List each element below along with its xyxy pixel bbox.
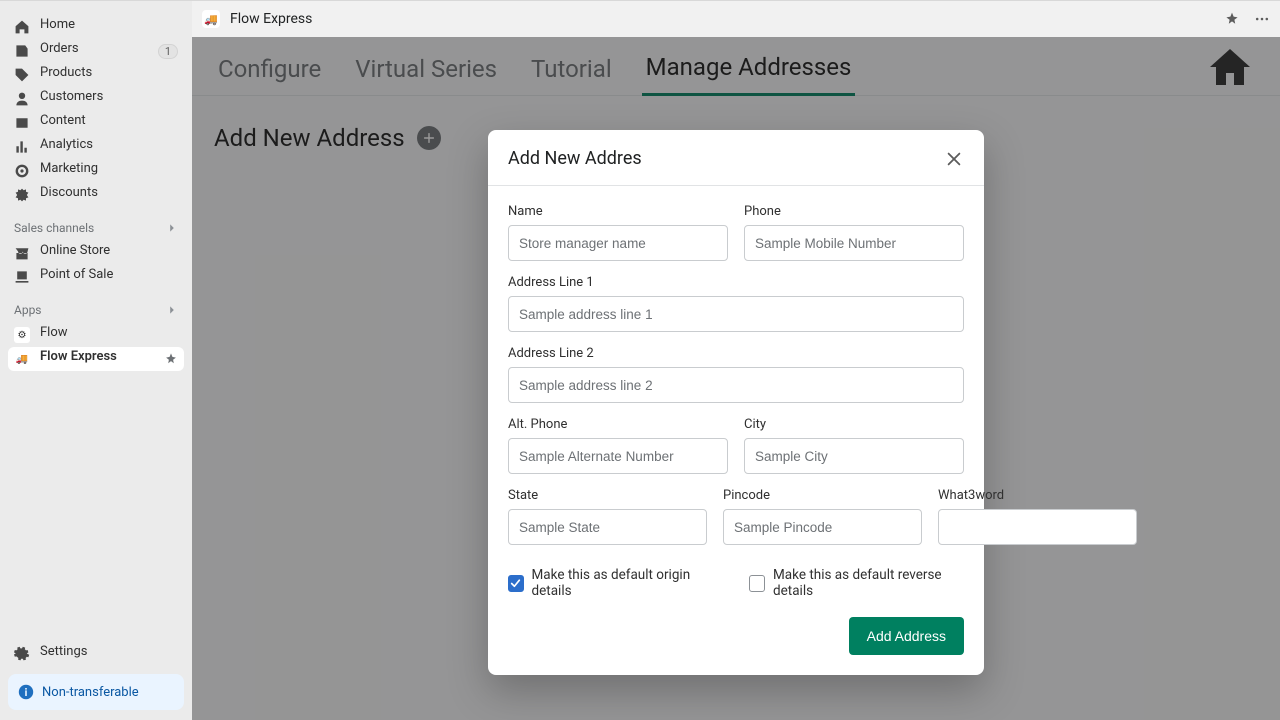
default-reverse-checkbox[interactable]: Make this as default reverse details <box>749 567 964 599</box>
altphone-label: Alt. Phone <box>508 417 728 432</box>
sidebar-item-online-store[interactable]: Online Store <box>8 241 184 265</box>
add-address-button[interactable]: Add Address <box>849 617 964 655</box>
sidebar-item-customers[interactable]: Customers <box>8 87 184 111</box>
sidebar-item-content[interactable]: Content <box>8 111 184 135</box>
addr1-label: Address Line 1 <box>508 275 964 290</box>
name-label: Name <box>508 204 728 219</box>
check-label: Make this as default reverse details <box>773 567 964 599</box>
sidebar-item-discounts[interactable]: Discounts <box>8 183 184 207</box>
state-input[interactable] <box>508 509 707 545</box>
w3w-input[interactable] <box>938 509 1137 545</box>
nav-label: Analytics <box>40 137 93 152</box>
nav-label: Flow <box>40 325 68 340</box>
sidebar-item-flow-express[interactable]: 🚚 Flow Express <box>8 347 184 371</box>
app-icon: ⚙︎ <box>14 327 30 343</box>
home-icon <box>14 19 30 35</box>
checkbox-icon <box>749 575 765 592</box>
nav-label: Online Store <box>40 243 110 258</box>
orders-badge: 1 <box>158 44 178 59</box>
nav-label: Settings <box>40 644 87 659</box>
add-address-modal: Add New Addres Name Phone Address Line 1… <box>488 130 984 675</box>
checkbox-icon <box>508 575 524 592</box>
non-transferable-banner[interactable]: Non-transferable <box>8 674 184 710</box>
addr2-input[interactable] <box>508 367 964 403</box>
nav-label: Products <box>40 65 92 80</box>
apps-header[interactable]: Apps <box>0 289 192 323</box>
addr1-input[interactable] <box>508 296 964 332</box>
nav-label: Marketing <box>40 161 98 176</box>
chevron-right-icon <box>166 222 178 234</box>
app-icon: 🚚 <box>14 351 30 367</box>
sidebar-item-home[interactable]: Home <box>8 15 184 39</box>
sidebar-item-marketing[interactable]: Marketing <box>8 159 184 183</box>
person-icon <box>14 91 30 107</box>
section-label: Sales channels <box>14 221 94 235</box>
check-label: Make this as default origin details <box>532 567 714 599</box>
target-icon <box>14 163 30 179</box>
nav-label: Point of Sale <box>40 267 113 282</box>
content-icon <box>14 115 30 131</box>
default-origin-checkbox[interactable]: Make this as default origin details <box>508 567 713 599</box>
store-icon <box>14 245 30 261</box>
analytics-icon <box>14 139 30 155</box>
app-badge-icon: 🚚 <box>202 10 220 28</box>
w3w-label: What3word <box>938 488 1137 503</box>
sidebar-item-settings[interactable]: Settings <box>8 642 184 666</box>
sidebar-item-orders[interactable]: Orders 1 <box>8 39 184 63</box>
nav-label: Discounts <box>40 185 98 200</box>
nav-label: Content <box>40 113 86 128</box>
modal-title: Add New Addres <box>508 148 642 169</box>
discount-icon <box>14 187 30 203</box>
sidebar: Home Orders 1 Products Customers Content… <box>0 1 192 720</box>
nav-label: Home <box>40 17 75 32</box>
sidebar-item-analytics[interactable]: Analytics <box>8 135 184 159</box>
sidebar-item-flow[interactable]: ⚙︎ Flow <box>8 323 184 347</box>
name-input[interactable] <box>508 225 728 261</box>
nav-label: Flow Express <box>40 349 117 364</box>
section-label: Apps <box>14 303 42 317</box>
phone-input[interactable] <box>744 225 964 261</box>
altphone-input[interactable] <box>508 438 728 474</box>
info-icon <box>18 684 34 700</box>
topbar: 🚚 Flow Express <box>192 1 1280 37</box>
banner-label: Non-transferable <box>42 685 139 700</box>
pos-icon <box>14 269 30 285</box>
sales-channels-header[interactable]: Sales channels <box>0 207 192 241</box>
pin-icon[interactable] <box>164 352 178 366</box>
orders-icon <box>14 43 30 59</box>
nav-label: Customers <box>40 89 103 104</box>
more-button[interactable] <box>1254 11 1270 27</box>
sidebar-item-products[interactable]: Products <box>8 63 184 87</box>
app-title: Flow Express <box>230 11 312 27</box>
nav-label: Orders <box>40 41 79 56</box>
chevron-right-icon <box>166 304 178 316</box>
sidebar-item-pos[interactable]: Point of Sale <box>8 265 184 289</box>
pincode-input[interactable] <box>723 509 922 545</box>
city-input[interactable] <box>744 438 964 474</box>
addr2-label: Address Line 2 <box>508 346 964 361</box>
close-button[interactable] <box>944 149 964 169</box>
tag-icon <box>14 67 30 83</box>
phone-label: Phone <box>744 204 964 219</box>
gear-icon <box>14 646 30 662</box>
state-label: State <box>508 488 707 503</box>
pin-button[interactable] <box>1224 11 1240 27</box>
pincode-label: Pincode <box>723 488 922 503</box>
city-label: City <box>744 417 964 432</box>
